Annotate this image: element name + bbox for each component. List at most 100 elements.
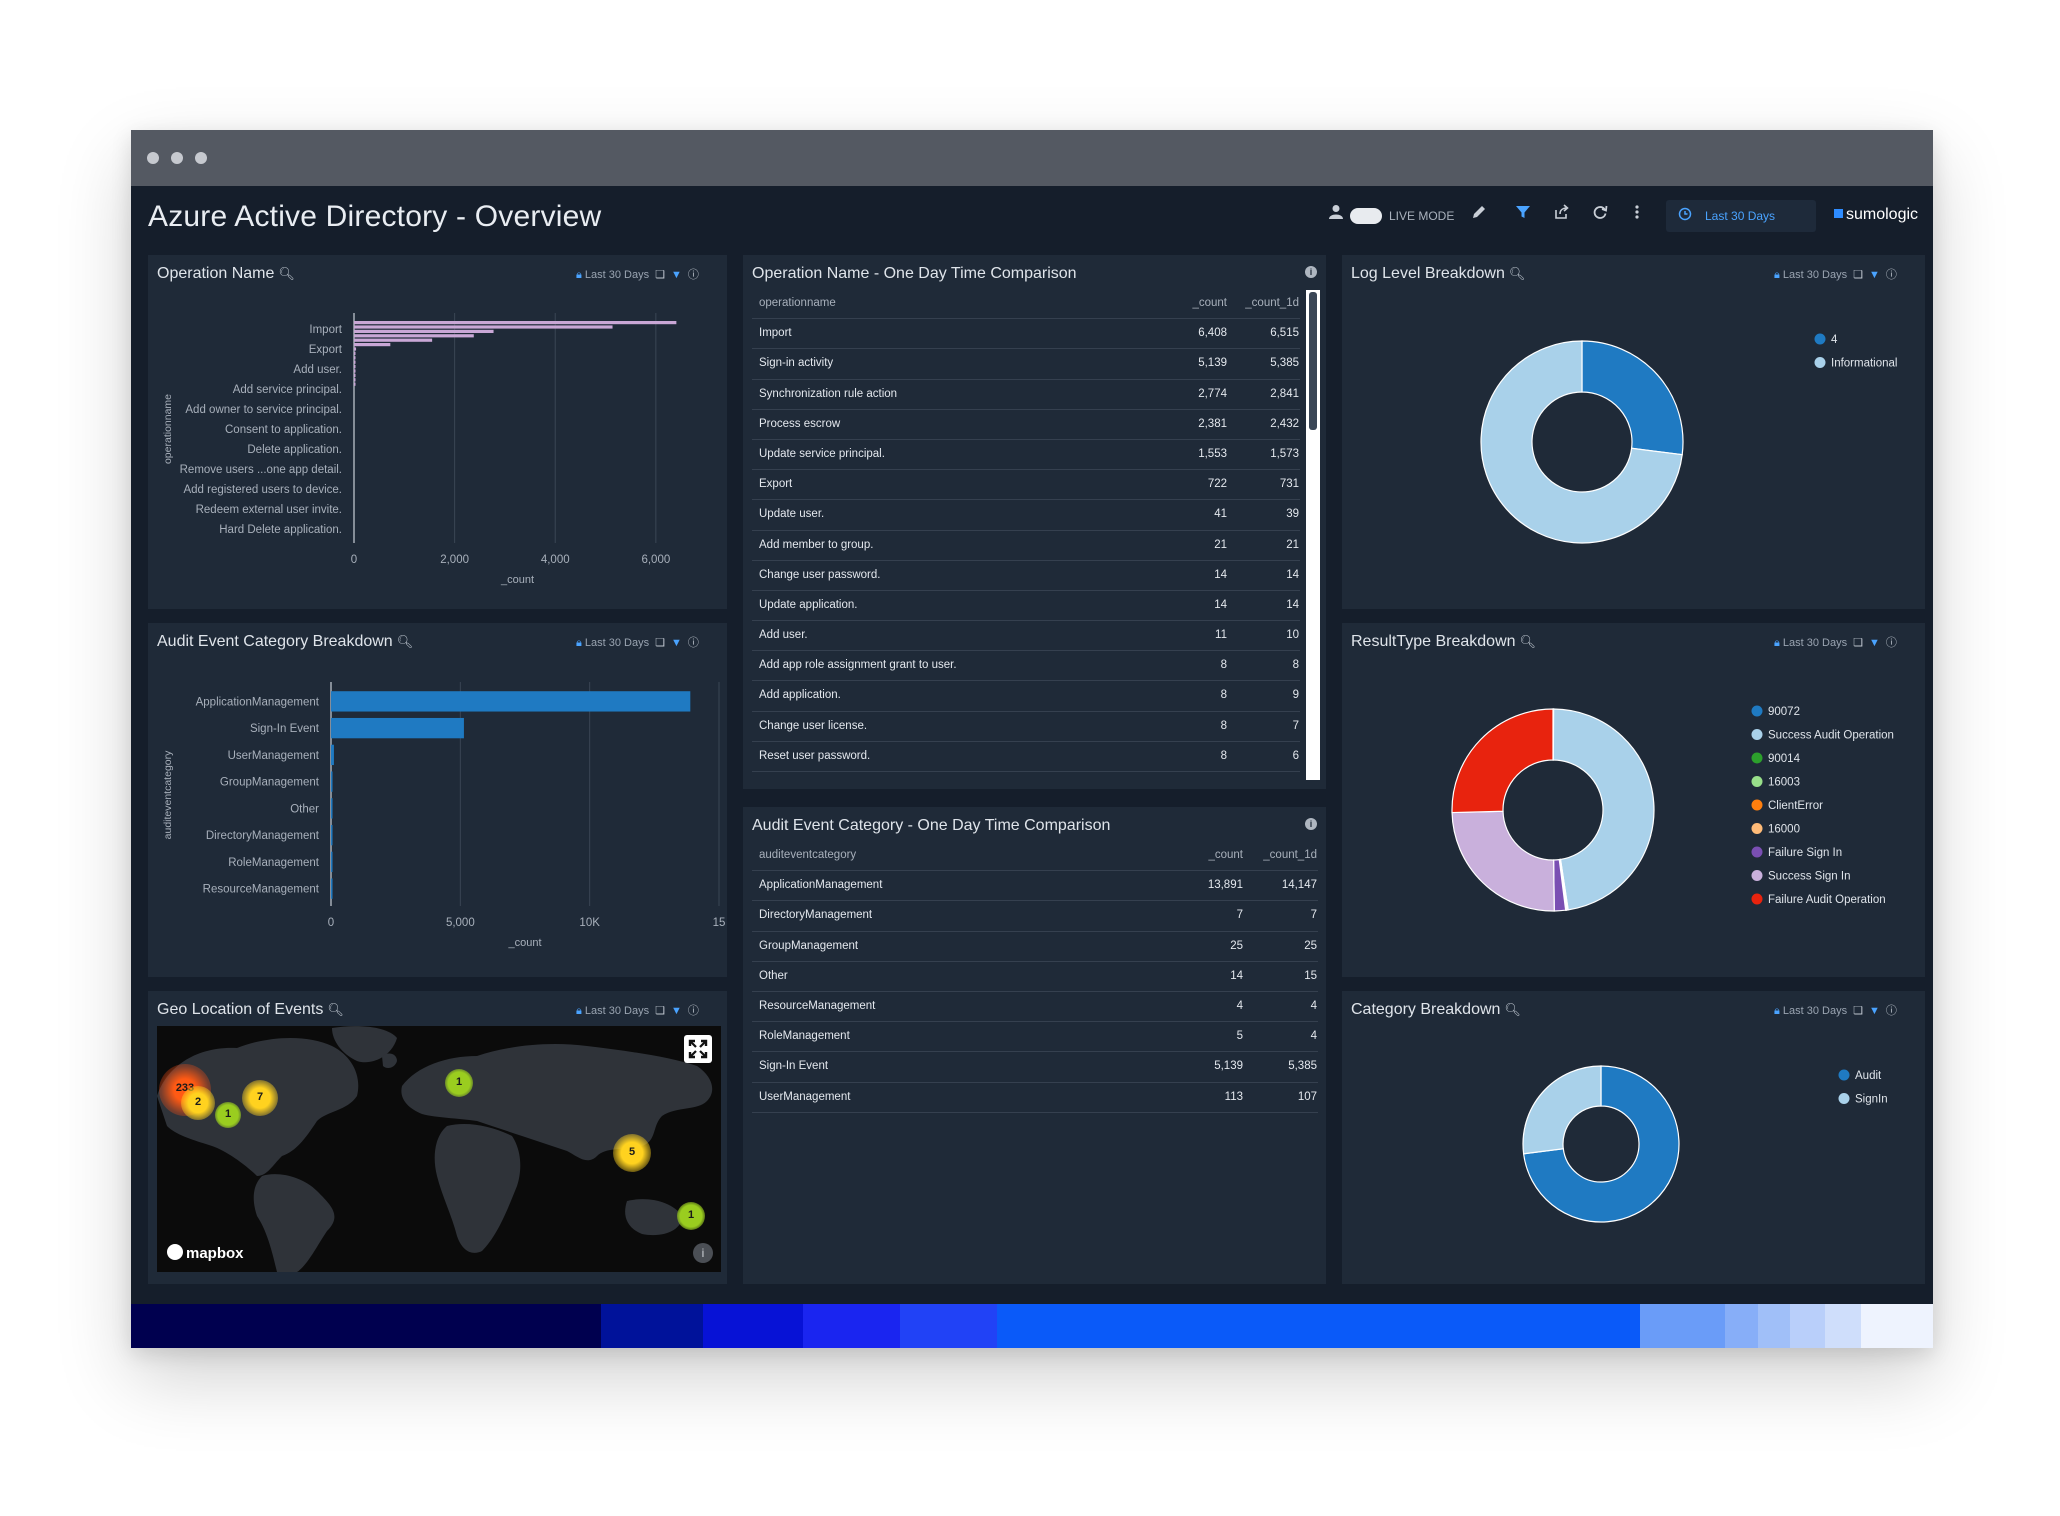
pie-slice [1522, 1065, 1602, 1155]
panel-time-range: Last 30 Days [584, 1005, 650, 1017]
cell-count: 2,381 [1198, 417, 1227, 430]
panel-audit-comparison: Audit Event Category - One Day Time Comp… [743, 807, 1326, 1284]
table-row[interactable]: Add application. 8 9 [752, 681, 1300, 712]
filter-icon[interactable] [1515, 204, 1531, 225]
cell-count-1d: 731 [1279, 478, 1299, 491]
cell-name: Change user password. [759, 568, 881, 581]
mapbox-icon [167, 1244, 183, 1260]
window-minimize-dot[interactable] [171, 152, 183, 164]
table-row[interactable]: Sign-in activity 5,139 5,385 [752, 349, 1300, 380]
table-row[interactable]: Synchronization rule action 2,774 2,841 [752, 380, 1300, 410]
bar [354, 325, 613, 329]
info-icon[interactable]: i [1305, 818, 1317, 830]
fullscreen-button[interactable] [684, 1035, 712, 1063]
map-attribution-info-icon[interactable]: i [693, 1243, 713, 1263]
table-row[interactable]: Update user. 41 39 [752, 500, 1300, 531]
legend-label: Failure Sign In [1768, 847, 1842, 859]
map-cluster[interactable]: 1 [445, 1069, 473, 1097]
legend-label: 16000 [1768, 824, 1800, 836]
cell-count-1d: 5,385 [1288, 1060, 1317, 1073]
y-tick-label: UserManagement [228, 750, 320, 762]
cluster-label: 2 [194, 1096, 202, 1108]
map-cluster[interactable]: 5 [613, 1134, 651, 1172]
map-cluster[interactable]: 2 [181, 1086, 215, 1120]
time-range-selector[interactable]: Last 30 Days [1666, 200, 1816, 232]
operation-comparison-table: operationname _count _count_1d Import 6,408 6… [752, 289, 1300, 772]
info-icon[interactable]: i [1305, 266, 1317, 278]
table-row[interactable]: Export 722 731 [752, 470, 1300, 501]
cell-count: 41 [1214, 508, 1227, 521]
pie-slice [1451, 810, 1555, 912]
table-row[interactable]: RoleManagement 5 4 [752, 1022, 1318, 1053]
x-tick-label: 4,000 [541, 554, 570, 566]
window-maximize-dot[interactable] [195, 152, 207, 164]
y-tick-label: GroupManagement [220, 777, 320, 789]
cell-count: 5,139 [1198, 357, 1227, 370]
table-row[interactable]: ResourceManagement 4 4 [752, 992, 1318, 1023]
bar [354, 382, 356, 386]
mapbox-text: mapbox [186, 1245, 244, 1262]
table-row[interactable]: GroupManagement 25 25 [752, 932, 1318, 962]
legend-label: 16003 [1768, 777, 1800, 789]
y-axis-label: operationname [162, 394, 174, 464]
cell-name: Change user license. [759, 719, 868, 732]
table-row[interactable]: Add member to group. 21 21 [752, 531, 1300, 561]
table-row[interactable]: DirectoryManagement 7 7 [752, 901, 1318, 932]
more-options-icon[interactable] [1634, 204, 1640, 225]
cell-name: Update service principal. [759, 447, 885, 460]
table-scrollbar-thumb[interactable] [1309, 292, 1317, 430]
legend-label: Audit [1855, 1070, 1882, 1082]
table-row[interactable]: Other 14 15 [752, 962, 1318, 992]
bar [354, 356, 356, 360]
map-cluster[interactable]: 7 [242, 1080, 278, 1116]
table-row[interactable]: Sign-In Event 5,139 5,385 [752, 1052, 1318, 1083]
filter-icon[interactable]: ▼ [671, 1005, 682, 1017]
legend-marker [1814, 357, 1826, 368]
cell-count: 7 [1236, 909, 1243, 922]
clock-icon [1678, 207, 1692, 224]
search-icon[interactable]: 🔍︎ [327, 1002, 344, 1017]
bar [354, 360, 356, 364]
table-row[interactable]: Add user. 11 10 [752, 621, 1300, 652]
live-mode-toggle[interactable] [1350, 208, 1382, 224]
mapbox-logo[interactable]: mapbox [167, 1244, 244, 1262]
edit-icon[interactable] [1471, 204, 1487, 225]
window-close-dot[interactable] [147, 152, 159, 164]
table-row[interactable]: UserManagement 113 107 [752, 1083, 1318, 1113]
panel-tools: 🔒︎ Last 30 Days ❏ ▼ ⓘ [576, 1002, 699, 1018]
table-row[interactable]: Add app role assignment grant to user. 8 8 [752, 651, 1300, 682]
cell-count-1d: 39 [1286, 508, 1299, 521]
cell-count-1d: 15 [1304, 969, 1317, 982]
refresh-icon[interactable] [1592, 204, 1608, 225]
table-row[interactable]: Update application. 14 14 [752, 591, 1300, 622]
user-icon[interactable] [1329, 204, 1343, 225]
bar [354, 378, 356, 382]
table-row[interactable]: Import 6,408 6,515 [752, 319, 1300, 350]
panel-audit-category: Audit Event Category Breakdown 🔍︎ 🔒︎ Last… [148, 623, 727, 977]
table-row[interactable]: Update service principal. 1,553 1,573 [752, 440, 1300, 471]
info-icon[interactable]: ⓘ [688, 1005, 699, 1017]
copy-icon[interactable]: ❏ [655, 1005, 665, 1017]
cell-count: 6,408 [1198, 327, 1227, 340]
brand-logo: sumologic [1834, 206, 1918, 224]
map-cluster[interactable]: 1 [215, 1102, 241, 1128]
brand-logo-icon [1834, 209, 1843, 218]
table-row[interactable]: Change user password. 14 14 [752, 561, 1300, 591]
pie-slice [1581, 340, 1684, 456]
cell-count: 14 [1214, 598, 1227, 611]
table-row[interactable]: ApplicationManagement 13,891 14,147 [752, 871, 1318, 902]
cell-count: 25 [1230, 939, 1243, 952]
table-row[interactable]: Change user license. 8 7 [752, 712, 1300, 742]
cell-count: 1,553 [1198, 447, 1227, 460]
cell-count: 13,891 [1207, 879, 1243, 892]
map-cluster[interactable]: 1 [677, 1202, 705, 1230]
table-row[interactable]: Reset user password. 8 6 [752, 742, 1300, 772]
share-icon[interactable] [1554, 204, 1570, 225]
panel-title: Audit Event Category - One Day Time Comp… [752, 817, 1111, 834]
table-row[interactable]: Process escrow 2,381 2,432 [752, 410, 1300, 440]
cell-count-1d: 5,385 [1270, 357, 1299, 370]
table-scrollbar[interactable] [1306, 290, 1320, 780]
cell-count-1d: 21 [1286, 538, 1299, 551]
legend-label: Informational [1831, 358, 1897, 370]
world-map[interactable]: 233 2 1 7 1 5 1 mapbox i [157, 1026, 721, 1272]
